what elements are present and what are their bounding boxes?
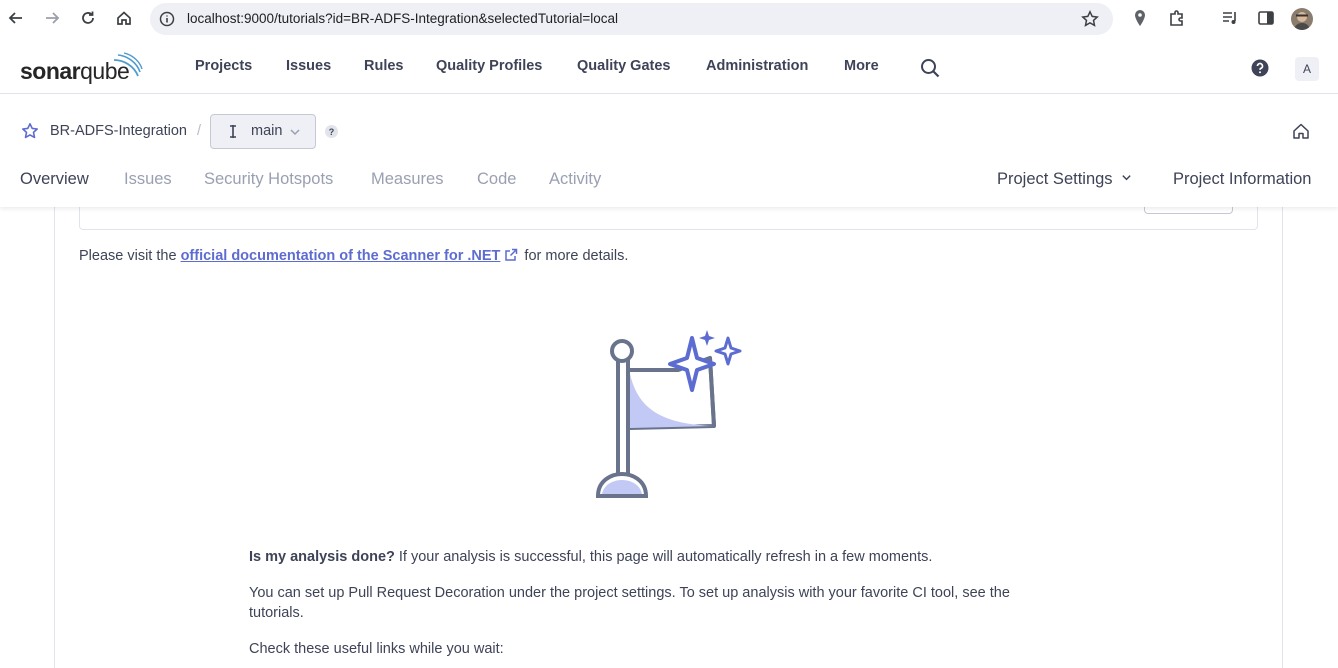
site-info-icon[interactable]: [159, 11, 175, 27]
analysis-status-text: Is my analysis done? If your analysis is…: [249, 547, 932, 567]
nav-quality-profiles[interactable]: Quality Profiles: [436, 58, 542, 74]
logo-waves-icon: [113, 52, 143, 77]
project-home-icon[interactable]: [1292, 122, 1310, 140]
tab-code[interactable]: Code: [477, 170, 516, 189]
forward-icon[interactable]: [42, 8, 62, 28]
help-icon[interactable]: [1251, 59, 1269, 77]
branch-selector[interactable]: main: [210, 114, 316, 149]
logo-text-bold: sonar: [20, 58, 81, 84]
nav-issues[interactable]: Issues: [286, 58, 331, 74]
address-bar[interactable]: localhost:9000/tutorials?id=BR-ADFS-Inte…: [150, 3, 1113, 35]
nav-rules[interactable]: Rules: [364, 58, 404, 74]
scanner-docs-link[interactable]: official documentation of the Scanner fo…: [181, 248, 501, 264]
location-icon[interactable]: [1130, 8, 1150, 28]
favorite-star-icon[interactable]: [21, 122, 39, 140]
external-link-icon[interactable]: [504, 248, 518, 262]
user-avatar[interactable]: A: [1295, 57, 1319, 81]
tab-issues[interactable]: Issues: [124, 170, 172, 189]
chevron-down-icon: [290, 129, 300, 136]
side-panel-icon[interactable]: [1256, 8, 1276, 28]
nav-administration[interactable]: Administration: [706, 58, 808, 74]
pr-decoration-text: You can set up Pull Request Decoration u…: [249, 583, 1010, 623]
branch-name: main: [251, 123, 283, 139]
home-icon[interactable]: [114, 8, 134, 28]
chevron-down-icon: [1121, 175, 1131, 181]
media-icon[interactable]: [1220, 8, 1240, 28]
branch-help-icon[interactable]: ?: [325, 125, 338, 138]
analysis-explanation: If your analysis is successful, this pag…: [394, 549, 933, 565]
browser-toolbar: localhost:9000/tutorials?id=BR-ADFS-Inte…: [0, 0, 1338, 38]
project-settings-label: Project Settings: [997, 170, 1113, 188]
branch-icon: [230, 125, 236, 138]
useful-links-heading: Check these useful links while you wait:: [249, 641, 504, 657]
nav-quality-gates[interactable]: Quality Gates: [577, 58, 670, 74]
profile-avatar[interactable]: [1291, 8, 1313, 30]
nav-projects[interactable]: Projects: [195, 58, 252, 74]
documentation-line: Please visit the official documentation …: [79, 248, 628, 264]
reload-icon[interactable]: [78, 8, 98, 28]
tab-activity[interactable]: Activity: [549, 170, 601, 189]
tutorials-link[interactable]: tutorials.: [249, 605, 304, 621]
tab-measures[interactable]: Measures: [371, 170, 443, 189]
project-settings-menu[interactable]: Project Settings: [997, 170, 1132, 189]
analysis-question: Is my analysis done?: [249, 549, 395, 565]
back-icon[interactable]: [6, 8, 26, 28]
search-icon[interactable]: [919, 57, 941, 79]
url-text[interactable]: localhost:9000/tutorials?id=BR-ADFS-Inte…: [187, 11, 618, 26]
tab-overview[interactable]: Overview: [20, 170, 89, 189]
doc-prefix: Please visit the: [79, 248, 181, 264]
tab-security-hotspots[interactable]: Security Hotspots: [204, 170, 333, 189]
flag-sparkles-icon: [595, 330, 742, 498]
nav-more[interactable]: More: [844, 58, 879, 74]
project-information-link[interactable]: Project Information: [1173, 170, 1311, 189]
doc-suffix: for more details.: [520, 248, 629, 264]
project-header: BR-ADFS-Integration / main ? Overview Is…: [0, 95, 1338, 207]
breadcrumb-separator: /: [197, 123, 202, 139]
sonarqube-topbar: sonarqube Projects Issues Rules Quality …: [0, 42, 1338, 94]
pr-text-line1: You can set up Pull Request Decoration u…: [249, 585, 1010, 601]
extensions-icon[interactable]: [1167, 8, 1187, 28]
project-name[interactable]: BR-ADFS-Integration: [50, 123, 187, 139]
bookmark-star-icon[interactable]: [1081, 10, 1099, 28]
